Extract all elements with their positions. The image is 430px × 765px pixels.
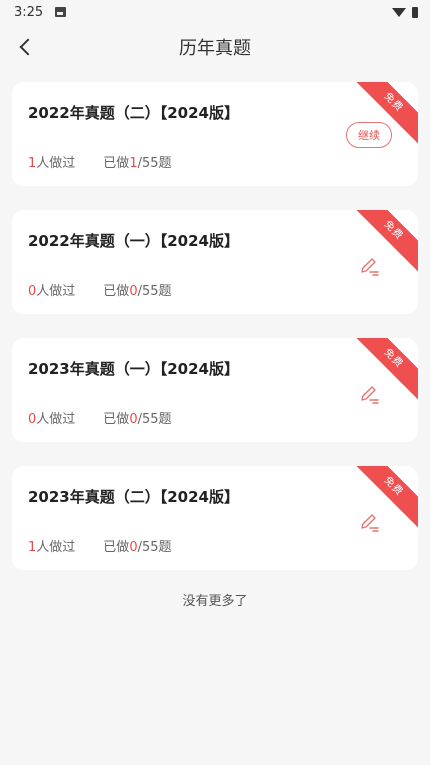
paper-stats: 0人做过 已做0/55题 — [28, 280, 172, 299]
paper-stats: 1人做过 已做0/55题 — [28, 536, 172, 555]
done-total: /55题 — [137, 540, 172, 555]
image-notification-icon — [55, 7, 67, 17]
start-practice-button[interactable] — [358, 254, 382, 278]
status-bar: 3:25 — [0, 0, 430, 24]
pen-icon — [361, 386, 379, 404]
paper-title: 2023年真题（一）【2024版】 — [28, 360, 239, 378]
status-left: 3:25 — [14, 4, 67, 20]
pen-icon — [361, 514, 379, 532]
people-suffix: 人做过 — [36, 412, 76, 427]
progress-stat: 已做0/55题 — [103, 536, 171, 555]
paper-card[interactable]: 免费 2022年真题（一）【2024版】 0人做过 已做0/55题 — [12, 210, 418, 314]
battery-icon — [412, 6, 418, 18]
done-count: 0 — [129, 412, 138, 427]
start-practice-button[interactable] — [358, 382, 382, 406]
done-count: 0 — [129, 540, 138, 555]
people-done-stat: 1人做过 — [28, 152, 75, 171]
progress-stat: 已做0/55题 — [103, 280, 171, 299]
wifi-icon — [392, 7, 406, 17]
paper-stats: 0人做过 已做0/55题 — [28, 408, 172, 427]
paper-card[interactable]: 免费 2023年真题（一）【2024版】 0人做过 已做0/55题 — [12, 338, 418, 442]
start-practice-button[interactable] — [358, 510, 382, 534]
done-prefix: 已做 — [103, 156, 130, 171]
people-suffix: 人做过 — [36, 284, 76, 299]
pen-icon — [361, 258, 379, 276]
paper-list: 免费 2022年真题（二）【2024版】 继续 1人做过 已做1/55题 免费 … — [12, 82, 418, 594]
people-done-stat: 0人做过 — [28, 408, 75, 427]
status-time: 3:25 — [14, 4, 44, 20]
done-count: 0 — [129, 284, 138, 299]
no-more-text: 没有更多了 — [182, 594, 248, 609]
people-suffix: 人做过 — [36, 540, 76, 555]
people-done-stat: 0人做过 — [28, 280, 75, 299]
progress-stat: 已做0/55题 — [103, 408, 171, 427]
done-count: 1 — [129, 156, 138, 171]
progress-stat: 已做1/55题 — [103, 152, 171, 171]
paper-stats: 1人做过 已做1/55题 — [28, 152, 172, 171]
done-prefix: 已做 — [103, 540, 130, 555]
app-bar: 历年真题 — [0, 24, 430, 70]
paper-title: 2022年真题（二）【2024版】 — [28, 104, 239, 122]
people-suffix: 人做过 — [36, 156, 76, 171]
chevron-left-icon — [19, 38, 37, 56]
people-done-stat: 1人做过 — [28, 536, 75, 555]
page-title: 历年真题 — [179, 38, 251, 59]
paper-title: 2023年真题（二）【2024版】 — [28, 488, 239, 506]
done-prefix: 已做 — [103, 284, 130, 299]
paper-card[interactable]: 免费 2023年真题（二）【2024版】 1人做过 已做0/55题 — [12, 466, 418, 570]
continue-button[interactable]: 继续 — [346, 122, 392, 148]
done-prefix: 已做 — [103, 412, 130, 427]
status-right — [392, 6, 418, 18]
done-total: /55题 — [137, 284, 172, 299]
done-total: /55题 — [137, 412, 172, 427]
paper-title: 2022年真题（一）【2024版】 — [28, 232, 239, 250]
paper-card[interactable]: 免费 2022年真题（二）【2024版】 继续 1人做过 已做1/55题 — [12, 82, 418, 186]
done-total: /55题 — [137, 156, 172, 171]
back-button[interactable] — [10, 32, 40, 62]
